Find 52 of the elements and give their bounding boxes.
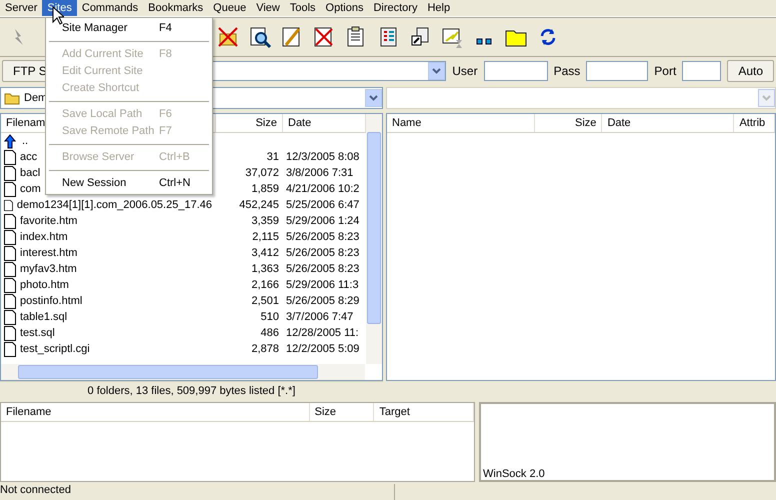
file-name: bacl [20,167,40,179]
file-size: 31 [266,151,280,163]
file-name: photo.htm [20,279,69,291]
file-name: .. [22,135,28,147]
user-label: User [452,64,478,78]
file-name: test.sql [20,327,55,339]
file-name: index.htm [20,231,68,243]
file-name: postinfo.html [20,295,82,307]
file-date: 12/28/2005 11: [285,327,360,339]
file-date: 5/26/2005 8:23 [285,263,360,275]
file-name: table1.sql [20,311,68,323]
file-size: 1,363 [250,263,280,275]
file-name: interest.htm [20,247,78,259]
file-date: 5/25/2006 6:47 [285,199,360,211]
file-size: 2,115 [251,231,280,243]
shortcut-text: F8 [159,47,172,62]
file-size: 1,859 [250,183,280,195]
file-name: acc [20,151,38,163]
file-date: 5/26/2005 8:23 [285,247,360,259]
file-date: 5/26/2005 8:29 [285,295,360,307]
file-size: 37,072 [244,167,280,179]
shortcut-text: F7 [159,124,172,139]
port-label: Port [654,64,676,78]
status-text: Not connected [0,484,395,500]
local-status-text: 0 folders, 13 files, 509,997 bytes listed [*.*] [0,381,383,399]
shortcut-text: Ctrl+B [159,150,190,165]
file-name: demo1234[1][1].com_2006.05.25_17.46 [16,199,212,211]
file-size: 2,166 [250,279,280,291]
file-date: 12/2/2005 5:09 [285,343,360,355]
file-date: 3/7/2006 7:47 [285,311,354,323]
file-size: 510 [260,311,280,323]
file-date: 5/26/2005 8:23 [285,231,360,243]
file-name: com [20,183,41,195]
file-size: 3,359 [250,215,280,227]
file-size: 452,245 [238,199,280,211]
file-name: myfav3.htm [20,263,77,275]
file-date: 4/21/2006 10:2 [285,183,360,195]
file-size: 2,501 [250,295,280,307]
shortcut-text: F4 [159,21,172,36]
file-size: 3,412 [250,247,280,259]
file-name: favorite.htm [20,215,78,227]
shortcut-text: F6 [159,107,172,122]
file-size: 486 [260,327,280,339]
file-date: 12/3/2005 8:08 [285,151,360,163]
log-line: WinSock 2.0 [483,468,545,480]
file-date: 3/8/2006 7:31 [285,167,354,179]
file-size: 2,878 [250,343,280,355]
pass-label: Pass [554,64,580,78]
file-date: 5/29/2006 1:24 [285,215,360,227]
file-date: 5/29/2006 11:3 [285,279,360,291]
file-name: test_scriptl.cgi [20,343,90,355]
shortcut-text: Ctrl+N [159,176,190,191]
